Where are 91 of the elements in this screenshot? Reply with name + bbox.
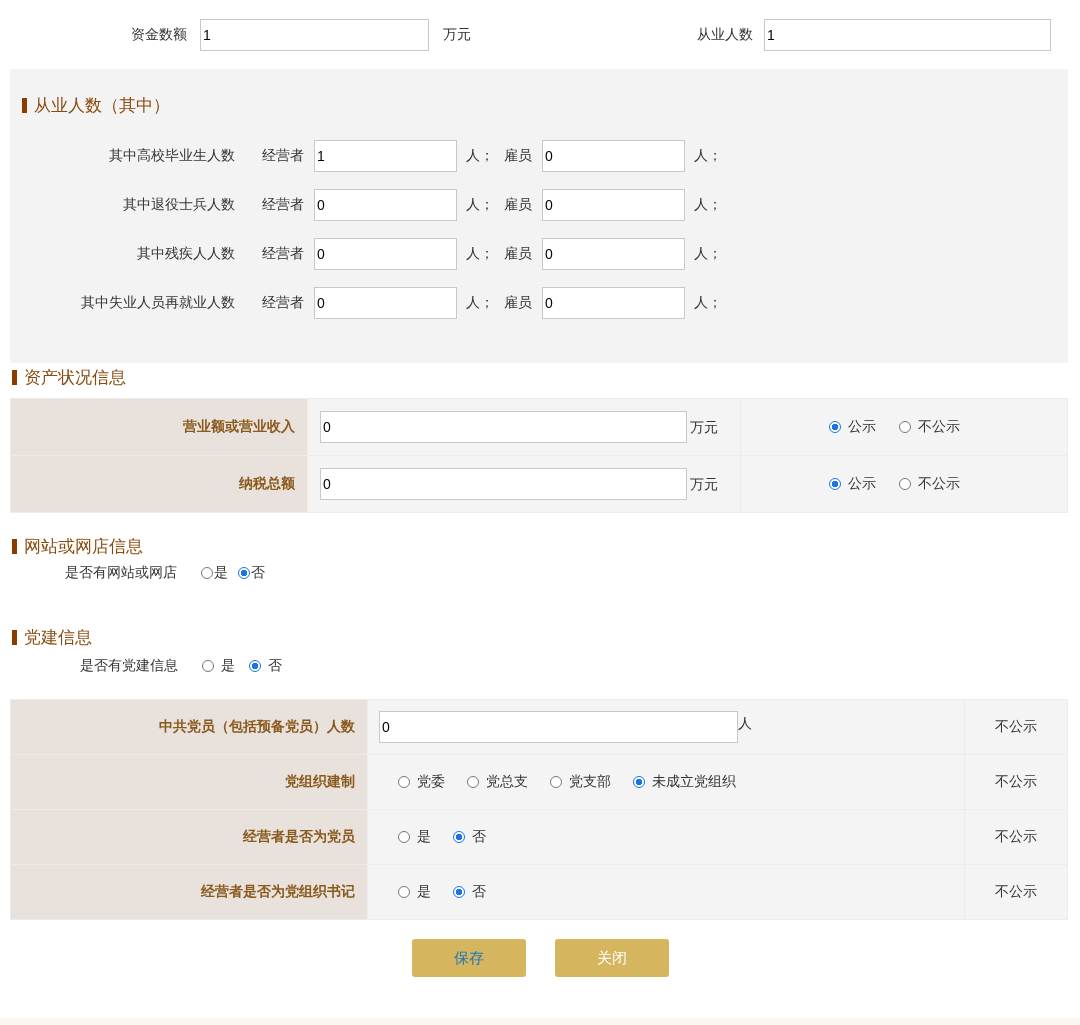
row-label: 营业额或营业收入 [10,398,308,456]
row-label: 其中退役士兵人数 [122,195,235,214]
field-label: 雇员 [504,146,532,165]
row-label: 其中残疾人人数 [136,244,235,263]
input-field[interactable]: 0 [379,711,738,743]
input-field[interactable]: 0 [314,286,457,319]
radio-button[interactable] [201,567,213,579]
visibility-label: 不公示 [995,773,1037,789]
field-label: 经营者 [262,293,304,312]
unit-label: 人 [738,715,752,733]
section-marker-icon [12,370,17,385]
radio-label: 否 [251,564,265,582]
field-label: 经营者 [262,244,304,263]
unit-label: 人； [466,244,494,263]
radio-label: 公示 [848,418,876,436]
radio-label: 党总支 [486,773,528,791]
input-field[interactable]: 0 [320,468,687,500]
radio-button[interactable] [453,886,465,898]
radio-label: 否 [472,883,486,901]
section-marker-icon [22,98,27,113]
question-label: 是否有党建信息 [80,657,178,675]
radio-label: 是 [221,657,235,675]
unit-label: 人； [694,195,722,214]
input-field[interactable]: 1 [200,18,429,51]
visibility-label: 不公示 [995,883,1037,899]
unit-label: 万元 [690,419,718,437]
unit-label: 人； [466,195,494,214]
field-label: 经营者 [262,195,304,214]
field-label: 雇员 [504,244,532,263]
input-field[interactable]: 1 [314,139,457,172]
radio-button[interactable] [238,567,250,579]
unit-label: 人； [694,244,722,263]
input-field[interactable]: 1 [764,18,1051,51]
radio-label: 否 [268,657,282,675]
radio-label: 否 [472,828,486,846]
row-label: 经营者是否为党组织书记 [10,864,368,920]
row-label: 其中高校毕业生人数 [108,146,235,165]
input-field[interactable]: 0 [542,188,685,221]
unit-label: 人； [694,146,722,165]
field-label: 从业人数 [696,25,753,44]
input-field[interactable]: 0 [320,411,687,443]
radio-label: 未成立党组织 [652,773,736,791]
radio-button[interactable] [899,478,911,490]
unit-label: 万元 [443,25,472,44]
radio-button[interactable] [829,478,841,490]
input-field[interactable]: 0 [314,237,457,270]
radio-label: 公示 [848,475,876,493]
radio-button[interactable] [398,776,410,788]
radio-label: 是 [417,883,431,901]
section-marker-icon [12,630,17,645]
input-field[interactable]: 0 [314,188,457,221]
radio-label: 党支部 [569,773,611,791]
field-label: 经营者 [262,146,304,165]
radio-button[interactable] [899,421,911,433]
input-field[interactable]: 0 [542,139,685,172]
radio-button[interactable] [398,831,410,843]
radio-button[interactable] [829,421,841,433]
radio-label: 是 [417,828,431,846]
row-label: 经营者是否为党员 [10,809,368,865]
section-marker-icon [12,539,17,554]
field-label: 雇员 [504,195,532,214]
unit-label: 人； [466,293,494,312]
radio-button[interactable] [550,776,562,788]
radio-button[interactable] [633,776,645,788]
section-title: 党建信息 [24,626,92,649]
row-label: 中共党员（包括预备党员）人数 [10,699,368,755]
field-label: 雇员 [504,293,532,312]
row-label: 其中失业人员再就业人数 [80,293,235,312]
question-label: 是否有网站或网店 [65,564,177,582]
section-title: 网站或网店信息 [24,535,143,558]
section-title: 资产状况信息 [24,366,126,389]
visibility-label: 不公示 [995,718,1037,734]
row-label: 党组织建制 [10,754,368,810]
radio-label: 不公示 [918,475,960,493]
visibility-label: 不公示 [995,828,1037,844]
row-label: 纳税总额 [10,455,308,513]
input-field[interactable]: 0 [542,237,685,270]
unit-label: 人； [694,293,722,312]
unit-label: 万元 [690,476,718,494]
field-label: 资金数额 [130,25,187,44]
radio-button[interactable] [467,776,479,788]
input-field[interactable]: 0 [542,286,685,319]
radio-label: 党委 [417,773,445,791]
radio-button[interactable] [453,831,465,843]
radio-label: 不公示 [918,418,960,436]
radio-label: 是 [214,564,228,582]
radio-button[interactable] [398,886,410,898]
unit-label: 人； [466,146,494,165]
section-title: 从业人数（其中） [34,94,170,117]
radio-button[interactable] [202,660,214,672]
radio-button[interactable] [249,660,261,672]
